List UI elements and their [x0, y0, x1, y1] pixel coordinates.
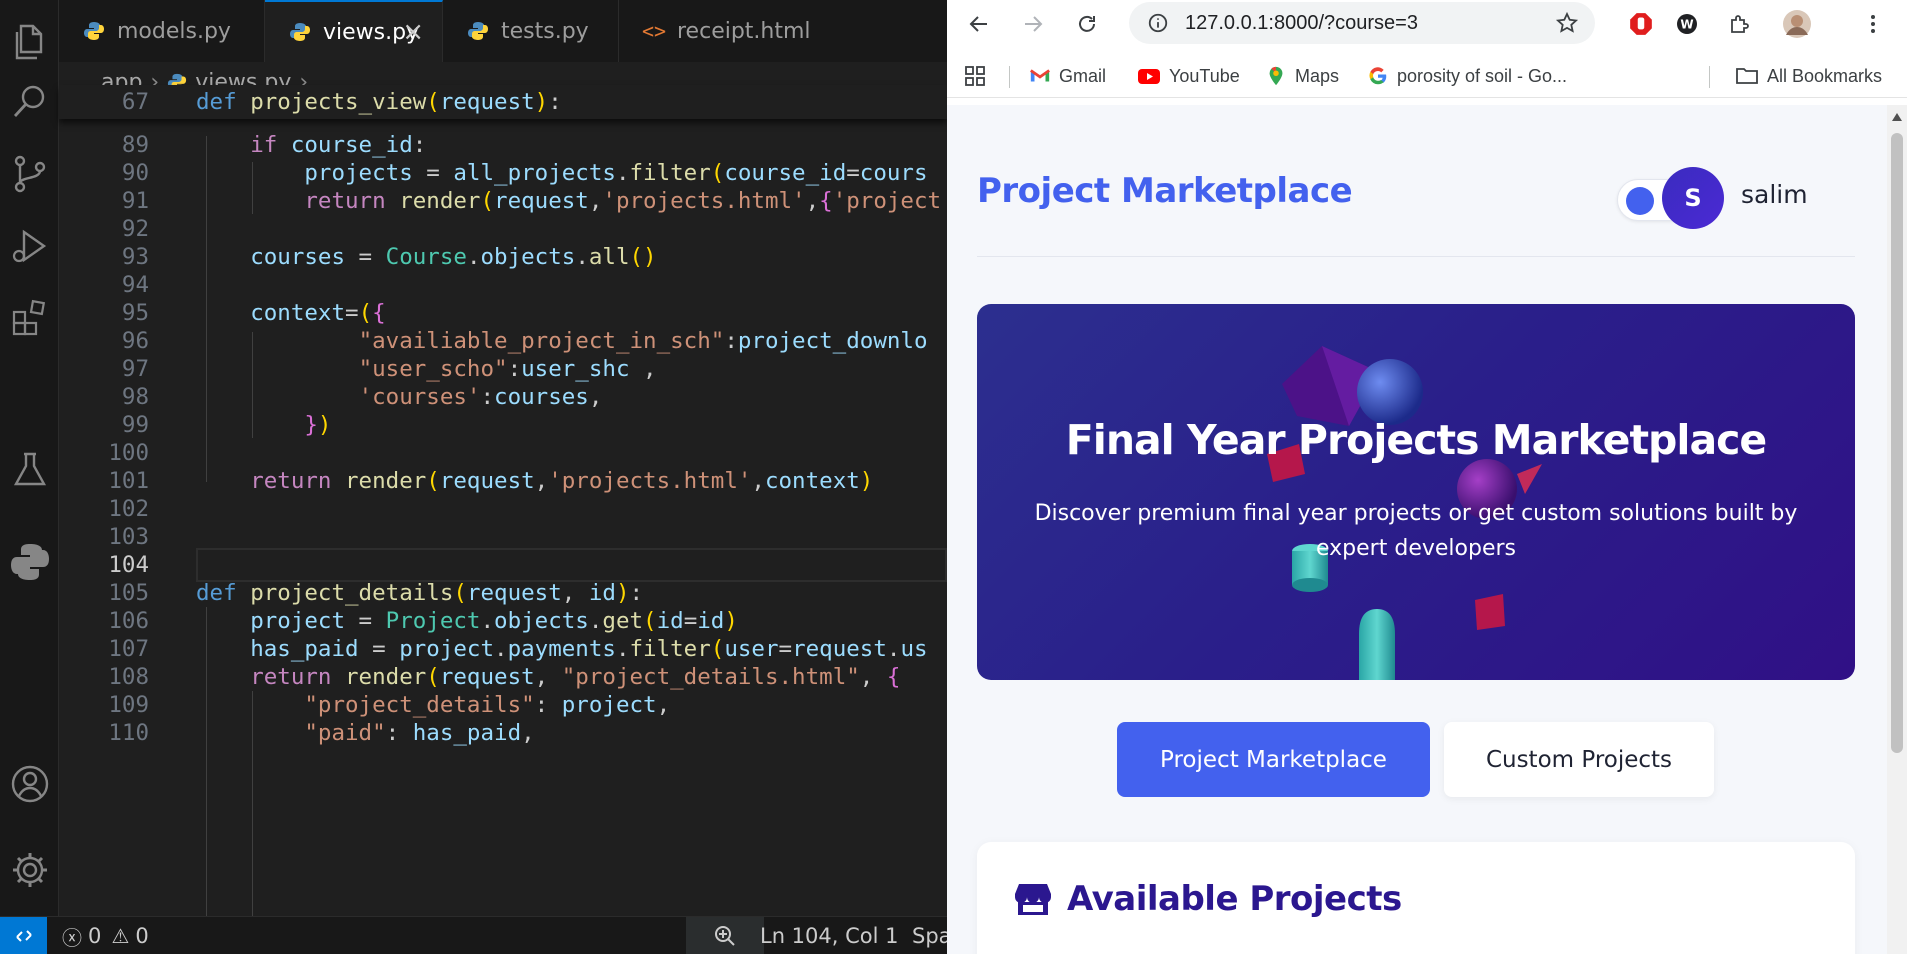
- zoom-in-icon: [715, 926, 735, 946]
- python-file-icon: [83, 20, 105, 42]
- remote-indicator-button[interactable]: [0, 917, 47, 954]
- bookmark-maps[interactable]: Maps: [1265, 54, 1339, 98]
- maps-pin-icon: [1265, 65, 1287, 87]
- apps-grid-icon: [965, 66, 985, 86]
- bookmark-youtube[interactable]: YouTube: [1137, 54, 1240, 98]
- code-editor[interactable]: 67 def projects_view(request): 89 if cour…: [59, 85, 947, 917]
- bookmark-label: Gmail: [1059, 65, 1107, 86]
- hero-banner: Final Year Projects Marketplace Discover…: [977, 304, 1855, 680]
- hero-title: Final Year Projects Marketplace: [1065, 416, 1767, 464]
- forward-button[interactable]: [1013, 4, 1053, 44]
- editor-tab-bar: models.py views.py × tests.py <> receipt…: [59, 0, 947, 62]
- site-title[interactable]: Project Marketplace: [977, 171, 1353, 211]
- bookmark-gmail[interactable]: Gmail: [1029, 54, 1106, 98]
- bookmark-label: porosity of soil - Go...: [1397, 65, 1568, 86]
- tab-models-py[interactable]: models.py: [59, 0, 265, 62]
- bookmark-label: All Bookmarks: [1767, 65, 1883, 86]
- code-line: 110 "paid": has_paid,: [108, 720, 535, 746]
- custom-projects-tab-button[interactable]: Custom Projects: [1444, 722, 1714, 797]
- scrollbar-thumb[interactable]: [1891, 133, 1903, 753]
- tab-label: tests.py: [501, 18, 589, 44]
- profile-avatar-icon: [1783, 10, 1811, 38]
- page-scrollbar[interactable]: [1887, 105, 1907, 954]
- adblock-extension-button[interactable]: [1621, 4, 1661, 44]
- close-tab-icon[interactable]: ×: [402, 17, 424, 47]
- scroll-up-arrow-icon[interactable]: [1892, 113, 1902, 121]
- python-icon[interactable]: [8, 540, 52, 584]
- cursor-position[interactable]: Ln 104, Col 1: [760, 917, 899, 954]
- kebab-menu-icon: [1871, 15, 1875, 33]
- reload-icon: [1079, 15, 1095, 32]
- indentation-indicator[interactable]: Spa: [912, 917, 947, 954]
- username-label[interactable]: salim: [1741, 180, 1808, 209]
- gmail-icon: [1029, 65, 1051, 87]
- store-icon: [1015, 884, 1051, 915]
- activity-bar: [0, 0, 59, 916]
- tab-label: receipt.html: [677, 18, 811, 44]
- tab-label: models.py: [117, 18, 231, 44]
- tab-views-py[interactable]: views.py ×: [265, 0, 443, 62]
- site-header: Project Marketplace S salim: [977, 105, 1855, 257]
- code-line: 67 def projects_view(request):: [59, 85, 947, 119]
- webpage-viewport[interactable]: Project Marketplace S salim Final Year P…: [947, 105, 1887, 954]
- bookmark-label: Maps: [1295, 65, 1340, 86]
- tab-receipt-html[interactable]: <> receipt.html: [619, 0, 947, 62]
- toggle-knob: [1626, 187, 1654, 215]
- available-projects-card: Available Projects: [977, 842, 1855, 954]
- hero-3d-shapes-illustration: [1267, 346, 1542, 680]
- chrome-menu-button[interactable]: [1853, 4, 1893, 44]
- error-count: 0: [88, 924, 102, 948]
- hero-subtitle: Discover premium final year projects or …: [1034, 501, 1798, 561]
- tab-tests-py[interactable]: tests.py: [443, 0, 619, 62]
- folder-icon: [1735, 64, 1759, 88]
- profile-button[interactable]: [1777, 4, 1817, 44]
- site-info-icon[interactable]: [1147, 12, 1169, 34]
- avatar[interactable]: S: [1662, 167, 1724, 229]
- all-bookmarks-button[interactable]: All Bookmarks: [1735, 54, 1882, 98]
- vscode-window: models.py views.py × tests.py <> receipt…: [0, 0, 947, 954]
- google-g-icon: [1367, 65, 1389, 87]
- extensions-button[interactable]: [1719, 4, 1759, 44]
- back-button[interactable]: [959, 4, 999, 44]
- section-title: Available Projects: [1067, 879, 1402, 919]
- settings-gear-icon[interactable]: [8, 848, 52, 892]
- zoom-button[interactable]: [686, 917, 764, 954]
- error-icon: ⓧ: [62, 925, 82, 950]
- adblock-stop-icon: [1630, 13, 1652, 35]
- bookmark-google-search[interactable]: porosity of soil - Go...: [1367, 54, 1567, 98]
- source-control-icon[interactable]: [8, 152, 52, 196]
- extension-w-button[interactable]: W: [1667, 4, 1707, 44]
- puzzle-icon: [1731, 15, 1749, 33]
- account-icon[interactable]: [8, 762, 52, 806]
- explorer-icon[interactable]: [8, 20, 52, 64]
- svg-text:W: W: [1680, 18, 1693, 32]
- star-bookmark-icon[interactable]: [1555, 11, 1579, 35]
- status-bar: ⓧ 0 ⚠ 0 Ln 104, Col 1 Spa: [0, 916, 947, 954]
- bookmark-label: YouTube: [1169, 65, 1240, 86]
- arrow-right-icon: [1025, 16, 1043, 32]
- extensions-icon[interactable]: [8, 296, 52, 340]
- python-file-icon: [289, 21, 311, 43]
- search-icon[interactable]: [8, 80, 52, 124]
- problems-indicator[interactable]: ⓧ 0 ⚠ 0: [62, 917, 149, 954]
- browser-window: 127.0.0.1:8000/?course=3 W Gmail YouTube…: [947, 0, 1907, 954]
- remote-icon: [15, 930, 32, 942]
- browser-toolbar: 127.0.0.1:8000/?course=3 W: [947, 0, 1907, 48]
- bookmarks-bar: Gmail YouTube Maps porosity of soil - Go…: [947, 54, 1907, 98]
- apps-button[interactable]: [963, 54, 987, 98]
- youtube-icon: [1137, 64, 1161, 88]
- run-debug-icon[interactable]: [8, 224, 52, 268]
- html-file-icon: <>: [641, 19, 667, 43]
- arrow-left-icon: [969, 16, 987, 32]
- warning-count: 0: [135, 924, 149, 948]
- url-text[interactable]: 127.0.0.1:8000/?course=3: [1185, 12, 1418, 35]
- reload-button[interactable]: [1067, 4, 1107, 44]
- w-extension-icon: W: [1677, 14, 1697, 34]
- testing-flask-icon[interactable]: [8, 448, 52, 492]
- project-marketplace-tab-button[interactable]: Project Marketplace: [1117, 722, 1430, 797]
- python-file-icon: [467, 20, 489, 42]
- warning-icon: ⚠: [111, 924, 130, 948]
- address-bar[interactable]: 127.0.0.1:8000/?course=3: [1129, 2, 1595, 44]
